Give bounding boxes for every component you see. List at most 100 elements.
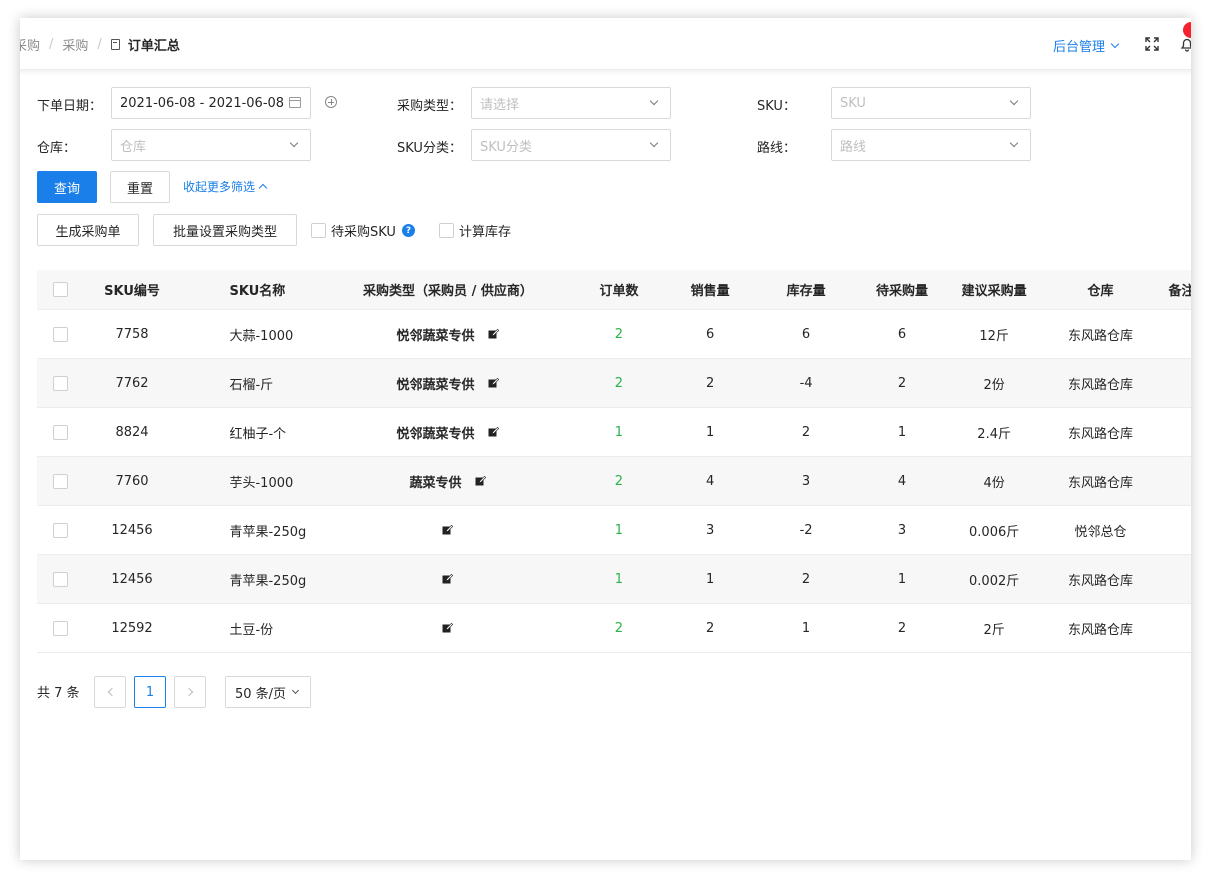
bell-icon[interactable] — [1179, 36, 1191, 52]
row-select-cell — [37, 620, 85, 636]
table-header: SKU编号 SKU名称 采购类型（采购员 / 供应商） 订单数 销售量 库存量 … — [37, 270, 1191, 310]
purchase-type-cell: 蔬菜专供 — [324, 472, 571, 491]
help-icon[interactable]: ? — [401, 224, 415, 237]
pending-cell: 2 — [897, 620, 907, 636]
purchase-type-cell — [324, 622, 571, 634]
warehouse-cell: 东风路仓库 — [1068, 622, 1134, 638]
table-row: 7762 石榴-斤 悦邻蔬菜专供 2 2 -4 2 2份 东风路仓库 — [37, 359, 1191, 408]
collapse-filters-link[interactable]: 收起更多筛选 — [183, 178, 268, 195]
row-select-cell — [37, 473, 85, 489]
admin-menu[interactable]: 后台管理 — [1053, 36, 1120, 55]
row-checkbox[interactable] — [53, 375, 69, 391]
stock-cell: 6 — [801, 326, 811, 342]
pending-cell: 1 — [897, 571, 907, 587]
order-count-link[interactable]: 2 — [571, 474, 666, 489]
chevron-down-icon — [1009, 96, 1019, 106]
order-count-link[interactable]: 2 — [571, 327, 666, 342]
purchase-type-label: 采购类型： — [397, 99, 463, 114]
pending-cell: 2 — [897, 375, 907, 391]
row-checkbox[interactable] — [53, 571, 69, 587]
warehouse-placeholder: 仓库 — [120, 139, 147, 155]
order-count-link[interactable]: 2 — [571, 621, 666, 636]
stock-cell: 3 — [801, 473, 811, 489]
column-header-orders: 订单数 — [599, 284, 639, 299]
column-header-note: 备注 — [1168, 284, 1191, 299]
order-count-link[interactable]: 1 — [571, 523, 666, 538]
sku-code-cell: 7758 — [115, 326, 149, 342]
sku-category-select[interactable]: SKU分类 — [471, 129, 671, 161]
app-window: 采购 / 采购 / 订单汇总 后台管理 下单日期： 2021-06-08 - 2… — [20, 18, 1191, 860]
sales-cell: 2 — [705, 375, 715, 391]
page-title: 订单汇总 — [110, 35, 180, 54]
sku-label: SKU： — [757, 99, 796, 114]
row-checkbox[interactable] — [53, 473, 69, 489]
pending-cell: 4 — [897, 473, 907, 489]
row-checkbox[interactable] — [53, 326, 69, 342]
edit-icon[interactable] — [488, 328, 500, 340]
suggested-qty-cell: 0.002斤 — [969, 573, 1020, 589]
sku-name-cell: 青苹果-250g — [229, 573, 307, 589]
table-row: 7758 大蒜-1000 悦邻蔬菜专供 2 6 6 6 12斤 东风路仓库 — [37, 310, 1191, 359]
select-all-checkbox[interactable] — [53, 282, 69, 297]
order-count-link[interactable]: 2 — [571, 376, 666, 391]
pending-sku-label: 待采购SKU — [331, 225, 396, 240]
admin-menu-label: 后台管理 — [1053, 40, 1106, 55]
warehouse-select[interactable]: 仓库 — [111, 129, 311, 161]
sku-select[interactable]: SKU — [831, 87, 1031, 119]
row-checkbox[interactable] — [53, 522, 69, 538]
column-header-sales: 销售量 — [690, 284, 730, 299]
batch-set-purchase-type-button[interactable]: 批量设置采购类型 — [153, 214, 297, 246]
generate-purchase-order-button[interactable]: 生成采购单 — [37, 214, 139, 246]
plus-circle-icon[interactable] — [325, 96, 337, 108]
suggested-qty-cell: 0.006斤 — [969, 524, 1020, 540]
pending-sku-filter[interactable]: 待采购SKU ? — [311, 221, 415, 240]
sku-placeholder: SKU — [840, 95, 866, 111]
reset-button[interactable]: 重置 — [110, 171, 170, 203]
stock-cell: 1 — [801, 620, 811, 636]
breadcrumb-item[interactable]: 采购 — [62, 35, 88, 54]
top-bar: 采购 / 采购 / 订单汇总 后台管理 — [20, 18, 1191, 70]
order-date-range-picker[interactable]: 2021-06-08 - 2021-06-08 — [111, 87, 311, 119]
sku-name-cell: 青苹果-250g — [229, 524, 307, 540]
table-row: 12456 青苹果-250g 1 3 -2 3 0.006斤 悦邻总仓 — [37, 506, 1191, 555]
next-page-button[interactable] — [174, 676, 206, 708]
warehouse-cell: 东风路仓库 — [1068, 475, 1134, 491]
row-checkbox[interactable] — [53, 424, 69, 440]
column-header-code: SKU编号 — [104, 284, 160, 299]
sku-category-label: SKU分类： — [397, 141, 462, 156]
column-header-pending: 待采购量 — [876, 284, 929, 299]
order-count-link[interactable]: 1 — [571, 425, 666, 440]
fullscreen-icon[interactable] — [1145, 37, 1159, 51]
prev-page-button[interactable] — [94, 676, 126, 708]
page-1-button[interactable]: 1 — [134, 676, 166, 708]
edit-icon[interactable] — [442, 622, 454, 634]
edit-icon[interactable] — [488, 426, 500, 438]
sales-cell: 3 — [705, 522, 715, 538]
sku-name-cell: 大蒜-1000 — [229, 328, 294, 344]
suggested-qty-cell: 4份 — [983, 475, 1005, 491]
breadcrumb-separator: / — [97, 37, 102, 52]
supplier-name: 悦邻蔬菜专供 — [396, 426, 475, 442]
edit-icon[interactable] — [442, 573, 454, 585]
calc-stock-checkbox[interactable] — [439, 223, 454, 238]
row-select-cell — [37, 571, 85, 587]
route-placeholder: 路线 — [840, 139, 867, 155]
breadcrumb-item[interactable]: 采购 — [20, 35, 40, 54]
edit-icon[interactable] — [442, 524, 454, 536]
pending-sku-checkbox[interactable] — [311, 223, 326, 238]
sales-cell: 1 — [705, 424, 715, 440]
column-header-warehouse: 仓库 — [1087, 284, 1114, 299]
query-button[interactable]: 查询 — [37, 171, 97, 203]
calc-stock-filter[interactable]: 计算库存 — [439, 221, 511, 240]
suggested-qty-cell: 2斤 — [983, 622, 1005, 638]
column-header-suggest: 建议采购量 — [961, 284, 1027, 299]
purchase-type-select[interactable]: 请选择 — [471, 87, 671, 119]
route-select[interactable]: 路线 — [831, 129, 1031, 161]
order-count-link[interactable]: 1 — [571, 572, 666, 587]
edit-icon[interactable] — [475, 475, 487, 487]
page-size-select[interactable]: 50 条/页 — [225, 676, 311, 708]
column-header-stock: 库存量 — [786, 284, 826, 299]
edit-icon[interactable] — [488, 377, 500, 389]
purchase-type-placeholder: 请选择 — [480, 97, 520, 113]
row-checkbox[interactable] — [53, 620, 69, 636]
